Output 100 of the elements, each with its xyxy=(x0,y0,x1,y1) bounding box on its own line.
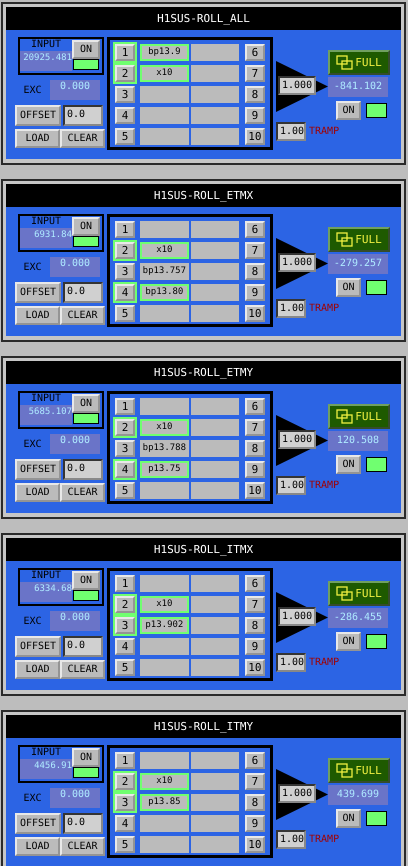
filter-button[interactable]: 1 xyxy=(113,219,138,240)
offset-field[interactable]: 0.0 xyxy=(63,282,103,303)
gain-field[interactable]: 1.000 xyxy=(278,253,316,272)
full-button[interactable]: FULL xyxy=(328,50,390,75)
filter-button[interactable]: 2 xyxy=(113,771,138,792)
load-button[interactable]: LOAD xyxy=(15,483,60,502)
clear-button[interactable]: CLEAR xyxy=(60,129,105,148)
gain-field[interactable]: 1.000 xyxy=(278,607,316,626)
gain-field[interactable]: 1.000 xyxy=(278,784,316,803)
filter-button[interactable]: 7 xyxy=(242,594,267,615)
load-button[interactable]: LOAD xyxy=(15,837,60,856)
offset-button[interactable]: OFFSET xyxy=(15,636,61,657)
offset-field[interactable]: 0.0 xyxy=(63,459,103,480)
filter-button[interactable]: 5 xyxy=(113,303,138,324)
filter-button[interactable]: 3 xyxy=(113,615,138,636)
filter-button[interactable]: 6 xyxy=(242,573,267,594)
filter-button[interactable]: 6 xyxy=(242,219,267,240)
input-readout: 6334.68 xyxy=(20,582,72,602)
filter-button[interactable]: 9 xyxy=(242,636,267,657)
filter-button[interactable]: 2 xyxy=(113,594,138,615)
filter-button[interactable]: 5 xyxy=(113,126,138,147)
output-on-button[interactable]: ON xyxy=(336,809,361,828)
clear-button[interactable]: CLEAR xyxy=(60,483,105,502)
filter-button[interactable]: 4 xyxy=(113,459,138,480)
filter-button[interactable]: 3 xyxy=(113,792,138,813)
output-on-button[interactable]: ON xyxy=(336,278,361,297)
filter-button[interactable]: 7 xyxy=(242,771,267,792)
full-button[interactable]: FULL xyxy=(328,404,390,429)
tramp-label: TRAMP xyxy=(309,126,340,137)
filter-button[interactable]: 10 xyxy=(242,126,267,147)
offset-field[interactable]: 0.0 xyxy=(63,813,103,834)
offset-field[interactable]: 0.0 xyxy=(63,105,103,126)
filter-button[interactable]: 1 xyxy=(113,750,138,771)
offset-button[interactable]: OFFSET xyxy=(15,282,61,303)
input-on-button[interactable]: ON xyxy=(72,394,100,413)
windows-icon xyxy=(336,762,354,778)
gain-field[interactable]: 1.000 xyxy=(278,430,316,449)
filter-button[interactable]: 6 xyxy=(242,750,267,771)
filter-button[interactable]: 9 xyxy=(242,813,267,834)
tramp-field[interactable]: 1.00 xyxy=(276,299,306,318)
filter-button[interactable]: 4 xyxy=(113,105,138,126)
filter-button[interactable]: 6 xyxy=(242,42,267,63)
load-button[interactable]: LOAD xyxy=(15,306,60,325)
input-label: INPUT xyxy=(30,216,62,228)
windows-icon xyxy=(336,408,354,424)
filter-button[interactable]: 2 xyxy=(113,63,138,84)
filter-button[interactable]: 9 xyxy=(242,459,267,480)
offset-button[interactable]: OFFSET xyxy=(15,813,61,834)
tramp-field[interactable]: 1.00 xyxy=(276,476,306,495)
load-button[interactable]: LOAD xyxy=(15,660,60,679)
filter-button[interactable]: 10 xyxy=(242,657,267,678)
offset-button[interactable]: OFFSET xyxy=(15,459,61,480)
filter-button[interactable]: 8 xyxy=(242,792,267,813)
filter-button[interactable]: 3 xyxy=(113,261,138,282)
full-button[interactable]: FULL xyxy=(328,758,390,783)
filter-button[interactable]: 8 xyxy=(242,615,267,636)
filter-button[interactable]: 2 xyxy=(113,240,138,261)
filter-button[interactable]: 4 xyxy=(113,282,138,303)
filter-button[interactable]: 7 xyxy=(242,63,267,84)
tramp-field[interactable]: 1.00 xyxy=(276,830,306,849)
filter-button[interactable]: 8 xyxy=(242,438,267,459)
filter-button[interactable]: 10 xyxy=(242,480,267,501)
filter-button[interactable]: 9 xyxy=(242,105,267,126)
filter-button[interactable]: 5 xyxy=(113,480,138,501)
offset-field[interactable]: 0.0 xyxy=(63,636,103,657)
output-on-button[interactable]: ON xyxy=(336,455,361,474)
full-button[interactable]: FULL xyxy=(328,581,390,606)
filter-button[interactable]: 4 xyxy=(113,636,138,657)
filter-button[interactable]: 2 xyxy=(113,417,138,438)
filter-button[interactable]: 8 xyxy=(242,84,267,105)
output-on-button[interactable]: ON xyxy=(336,632,361,651)
clear-button[interactable]: CLEAR xyxy=(60,837,105,856)
output-on-button[interactable]: ON xyxy=(336,101,361,120)
input-on-button[interactable]: ON xyxy=(72,571,100,590)
filter-button[interactable]: 3 xyxy=(113,438,138,459)
filter-button[interactable]: 9 xyxy=(242,282,267,303)
input-on-button[interactable]: ON xyxy=(72,40,100,59)
offset-button[interactable]: OFFSET xyxy=(15,105,61,126)
filter-button[interactable]: 7 xyxy=(242,240,267,261)
filter-button[interactable]: 10 xyxy=(242,303,267,324)
gain-field[interactable]: 1.000 xyxy=(278,76,316,95)
filter-button[interactable]: 1 xyxy=(113,573,138,594)
filter-button[interactable]: 1 xyxy=(113,396,138,417)
filter-button[interactable]: 4 xyxy=(113,813,138,834)
filter-button[interactable]: 6 xyxy=(242,396,267,417)
filter-button[interactable]: 1 xyxy=(113,42,138,63)
clear-button[interactable]: CLEAR xyxy=(60,660,105,679)
filter-button[interactable]: 8 xyxy=(242,261,267,282)
filter-button[interactable]: 5 xyxy=(113,657,138,678)
filter-button[interactable]: 3 xyxy=(113,84,138,105)
tramp-field[interactable]: 1.00 xyxy=(276,122,306,141)
input-on-button[interactable]: ON xyxy=(72,748,100,767)
filter-button[interactable]: 5 xyxy=(113,834,138,855)
clear-button[interactable]: CLEAR xyxy=(60,306,105,325)
full-button[interactable]: FULL xyxy=(328,227,390,252)
load-button[interactable]: LOAD xyxy=(15,129,60,148)
filter-button[interactable]: 10 xyxy=(242,834,267,855)
input-on-button[interactable]: ON xyxy=(72,217,100,236)
tramp-field[interactable]: 1.00 xyxy=(276,653,306,672)
filter-button[interactable]: 7 xyxy=(242,417,267,438)
